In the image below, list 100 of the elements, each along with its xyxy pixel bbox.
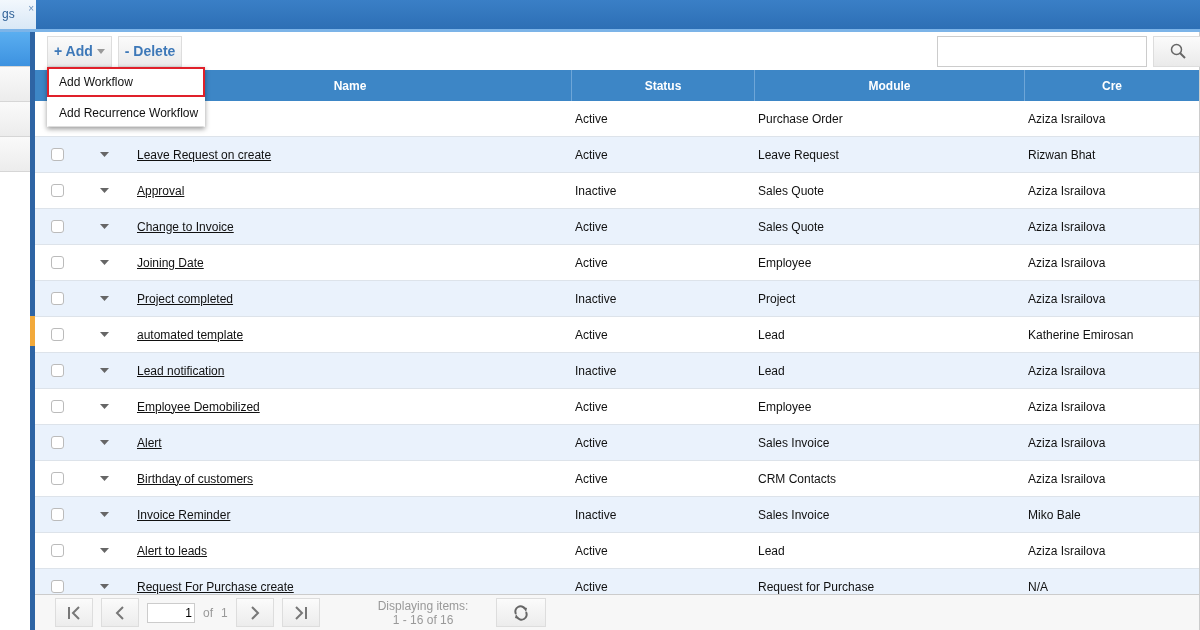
- table-cell-text: Employee: [757, 255, 813, 270]
- row-checkbox[interactable]: [51, 220, 64, 233]
- row-checkbox[interactable]: [51, 184, 64, 197]
- table-cell-text: Inactive: [574, 363, 618, 378]
- collapse-handle[interactable]: [30, 316, 35, 346]
- delete-button[interactable]: - Delete: [117, 35, 183, 67]
- display-label: Displaying items:: [377, 598, 469, 613]
- caret-icon[interactable]: [99, 548, 109, 553]
- caret-icon[interactable]: [99, 368, 109, 373]
- last-page-button[interactable]: [281, 598, 320, 627]
- refresh-button[interactable]: [496, 598, 547, 627]
- table-cell-text: Aziza Israilova: [1027, 435, 1107, 450]
- table-cell-text: Aziza Israilova: [1027, 111, 1107, 126]
- last-page-icon: [292, 605, 309, 620]
- tab[interactable]: gs ×: [0, 0, 36, 29]
- table-cell-text: Inactive: [574, 183, 618, 198]
- previous-page-button[interactable]: [101, 598, 139, 627]
- table-cell-text: Active: [574, 219, 609, 234]
- caret-icon[interactable]: [99, 188, 109, 193]
- table-cell-text: Active: [574, 327, 609, 342]
- table-cell-text: Employee: [757, 399, 813, 414]
- table-cell-text: Aziza Israilova: [1027, 363, 1107, 378]
- table-cell-text: Lead: [757, 363, 786, 378]
- workflow-link[interactable]: Change to Invoice: [128, 219, 234, 234]
- workflow-link[interactable]: Birthday of customers: [128, 471, 254, 486]
- table-cell-text: N/A: [1027, 579, 1049, 594]
- workflow-link[interactable]: Approval: [128, 183, 185, 198]
- table-cell-text: Active: [574, 111, 609, 126]
- row-checkbox[interactable]: [51, 148, 64, 161]
- search-icon: [1170, 43, 1186, 59]
- table-cell-text: Aziza Israilova: [1027, 255, 1107, 270]
- add-button[interactable]: + Add: [47, 35, 112, 67]
- row-checkbox[interactable]: [51, 364, 64, 377]
- table-cell-text: Aziza Israilova: [1027, 291, 1107, 306]
- row-checkbox[interactable]: [51, 436, 64, 449]
- refresh-icon: [513, 604, 530, 621]
- table-cell-text: Aziza Israilova: [1027, 183, 1107, 198]
- caret-icon[interactable]: [99, 332, 109, 337]
- first-page-button[interactable]: [55, 598, 93, 627]
- table-cell-text: Aziza Israilova: [1027, 543, 1107, 558]
- table-cell-text: CRM Contacts: [757, 471, 838, 486]
- table-cell-text: Lead: [757, 327, 786, 342]
- workflow-link[interactable]: Request For Purchase create: [128, 579, 294, 594]
- table-cell-text: Katherine Emirosan: [1027, 327, 1135, 342]
- table-cell-text: Rizwan Bhat: [1027, 147, 1097, 162]
- display-range: 1 - 16 of 16: [392, 612, 454, 627]
- row-checkbox[interactable]: [51, 328, 64, 341]
- search-field[interactable]: [937, 35, 1147, 67]
- row-checkbox[interactable]: [51, 544, 64, 557]
- page-field[interactable]: 1: [147, 602, 195, 623]
- menu-item[interactable]: Add Recurrence Workflow: [47, 97, 205, 127]
- table-cell-text: Aziza Israilova: [1027, 219, 1107, 234]
- table-cell-text: Sales Invoice: [757, 507, 831, 522]
- caret-icon[interactable]: [99, 440, 109, 445]
- table-cell-text: Active: [574, 435, 609, 450]
- workflow-link[interactable]: Leave Request on create: [128, 147, 272, 162]
- workflow-link[interactable]: Employee Demobilized: [128, 399, 260, 414]
- caret-icon[interactable]: [99, 404, 109, 409]
- workflow-link[interactable]: automated template: [128, 327, 244, 342]
- table-cell-text: Active: [574, 399, 609, 414]
- workflow-link[interactable]: Alert: [128, 435, 162, 450]
- caret-icon[interactable]: [99, 224, 109, 229]
- table-cell-text: Aziza Israilova: [1027, 471, 1107, 486]
- workflow-link[interactable]: Alert to leads: [128, 543, 208, 558]
- workflow-link[interactable]: Invoice Reminder: [128, 507, 231, 522]
- workflow-link[interactable]: Lead notification: [128, 363, 225, 378]
- search-button[interactable]: [1153, 35, 1200, 67]
- table-cell-text: Purchase Order: [757, 111, 844, 126]
- row-checkbox[interactable]: [51, 472, 64, 485]
- row-checkbox[interactable]: [51, 256, 64, 269]
- menu-item[interactable]: Add Workflow: [47, 67, 205, 97]
- row-checkbox[interactable]: [51, 292, 64, 305]
- table-cell-text: Project: [757, 291, 797, 306]
- table-cell-text: Active: [574, 147, 609, 162]
- sidebar-item[interactable]: [0, 32, 30, 67]
- caret-icon[interactable]: [99, 260, 109, 265]
- caret-icon[interactable]: [99, 296, 109, 301]
- table-cell-text: Sales Quote: [757, 219, 826, 234]
- table-cell-text: Sales Quote: [757, 183, 826, 198]
- workflow-link[interactable]: Joining Date: [128, 255, 204, 270]
- table-cell-text: Request for Purchase: [757, 579, 876, 594]
- next-page-button[interactable]: [235, 598, 274, 627]
- table-cell-text: Active: [574, 471, 609, 486]
- caret-icon[interactable]: [99, 476, 109, 481]
- table-cell-text: Miko Bale: [1027, 507, 1082, 522]
- caret-icon: [96, 48, 105, 54]
- caret-icon[interactable]: [99, 584, 109, 589]
- table-cell-text: Active: [574, 543, 609, 558]
- page-of-label: of: [203, 605, 213, 620]
- row-checkbox[interactable]: [51, 508, 64, 521]
- row-checkbox[interactable]: [51, 580, 64, 593]
- workflow-link[interactable]: Project completed: [128, 291, 234, 306]
- table-cell-text: Lead: [757, 543, 786, 558]
- caret-icon[interactable]: [99, 152, 109, 157]
- table-cell-text: Leave Request: [757, 147, 840, 162]
- table-cell-text: Sales Invoice: [757, 435, 831, 450]
- caret-icon[interactable]: [99, 512, 109, 517]
- row-checkbox[interactable]: [51, 400, 64, 413]
- table-cell-text: Aziza Israilova: [1027, 399, 1107, 414]
- table-cell-text: Inactive: [574, 291, 618, 306]
